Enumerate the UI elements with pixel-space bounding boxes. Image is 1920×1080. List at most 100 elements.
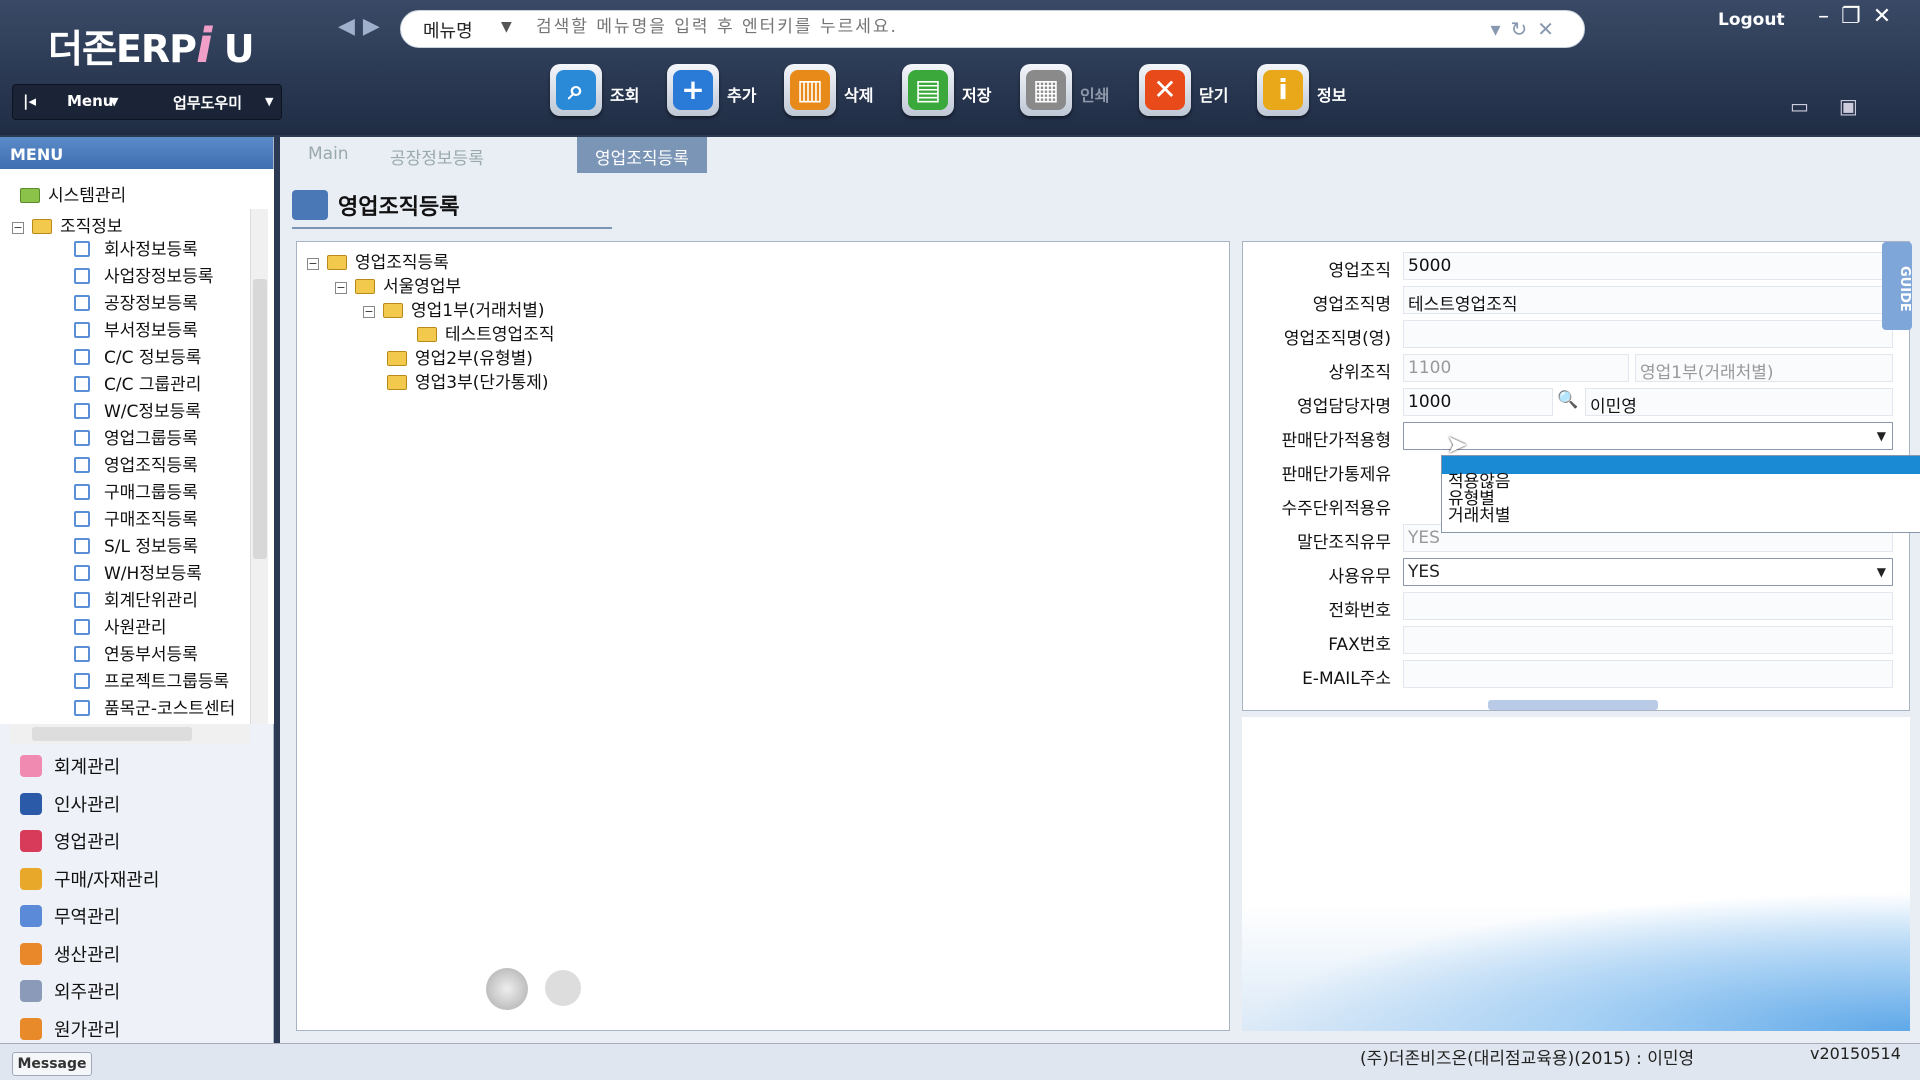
document-icon bbox=[74, 376, 90, 392]
message-button[interactable]: Message bbox=[12, 1052, 92, 1076]
printer-icon[interactable] bbox=[545, 970, 581, 1006]
fax-field[interactable] bbox=[1403, 626, 1893, 654]
row-parent: 상위조직 1100 영업1부(거래처별) bbox=[1243, 354, 1911, 383]
title-bar: 더존ERPi U ◀▶ 메뉴명 ▼ ▾↻✕ Logout –❐✕ |◂ Menu… bbox=[0, 0, 1920, 135]
sidebar-item-system[interactable]: 시스템관리 bbox=[20, 181, 126, 206]
menu-search-bar[interactable]: 메뉴명 ▼ ▾↻✕ bbox=[400, 10, 1585, 48]
dropdown-highlight[interactable] bbox=[1442, 456, 1920, 474]
row-name: 영업조직명 테스트영업조직 bbox=[1243, 286, 1911, 315]
sidebar-item[interactable]: 연동부서등록 bbox=[74, 640, 198, 665]
sidebar-group-org[interactable]: − 조직정보 bbox=[12, 212, 123, 237]
trash-icon[interactable]: ▥ bbox=[784, 64, 836, 116]
org-code-field[interactable]: 5000 bbox=[1403, 252, 1893, 280]
search-actions[interactable]: ▾↻✕ bbox=[1490, 17, 1564, 41]
helper-button[interactable]: 업무도우미 bbox=[173, 92, 242, 113]
document-icon bbox=[74, 403, 90, 419]
sidebar-item[interactable]: 부서정보등록 bbox=[74, 316, 198, 341]
row-org: 영업조직 5000 bbox=[1243, 252, 1911, 281]
window-controls[interactable]: –❐✕ bbox=[1818, 4, 1903, 29]
lower-panel bbox=[1242, 717, 1910, 1031]
splitter-grip[interactable] bbox=[1488, 700, 1658, 710]
sidebar-item[interactable]: 회계단위관리 bbox=[74, 586, 198, 611]
module-item[interactable]: 회계관리 bbox=[0, 747, 274, 785]
chevron-down-icon[interactable]: ▼ bbox=[501, 19, 512, 35]
module-item[interactable]: 인사관리 bbox=[0, 785, 274, 823]
sidebar-item[interactable]: C/C 정보등록 bbox=[74, 343, 201, 368]
dropdown-option[interactable]: 적용않음 bbox=[1442, 474, 1920, 491]
guide-tab[interactable]: GUIDE bbox=[1882, 242, 1912, 330]
plus-icon[interactable]: + bbox=[667, 64, 719, 116]
sidebar-item[interactable]: 영업조직등록 bbox=[74, 451, 198, 476]
sidebar-hscrollbar[interactable] bbox=[10, 724, 250, 744]
chevron-down-icon[interactable]: ▼ bbox=[110, 95, 118, 108]
sidebar-item[interactable]: 공장정보등록 bbox=[74, 289, 198, 314]
module-icon bbox=[20, 755, 42, 777]
sidebar-item[interactable]: C/C 그룹관리 bbox=[74, 370, 201, 395]
dropdown-option[interactable]: 유형별 bbox=[1442, 491, 1920, 508]
menu-tree: 시스템관리 − 조직정보 회사정보등록 사업장정보등록 공장정보등록 부서정보등록 C/C… bbox=[0, 169, 274, 724]
document-icon bbox=[74, 592, 90, 608]
module-item[interactable]: 원가관리 bbox=[0, 1010, 274, 1048]
toolbar-label: 인쇄 bbox=[1080, 86, 1110, 105]
tab-sales-org[interactable]: 영업조직등록 bbox=[577, 137, 707, 173]
tree-node-sales2[interactable]: 영업2부(유형별) bbox=[387, 344, 533, 369]
sidebar-item[interactable]: 구매조직등록 bbox=[74, 505, 198, 530]
use-select[interactable]: YES ▼ bbox=[1403, 558, 1893, 586]
sidebar-item[interactable]: S/L 정보등록 bbox=[74, 532, 198, 557]
menu-button[interactable]: Menu bbox=[67, 92, 113, 110]
module-item[interactable]: 구매/자재관리 bbox=[0, 860, 274, 898]
sidebar-item[interactable]: 사원관리 bbox=[74, 613, 167, 638]
logout-button[interactable]: Logout bbox=[1718, 10, 1785, 30]
toolbar-label: 조회 bbox=[610, 86, 640, 105]
print-icon[interactable]: ▦ bbox=[1020, 64, 1072, 116]
module-icon bbox=[20, 830, 42, 852]
chevron-down-icon[interactable]: ▼ bbox=[1877, 565, 1886, 579]
sidebar-item[interactable]: 회사정보등록 bbox=[74, 235, 198, 260]
close-icon[interactable]: ✕ bbox=[1139, 64, 1191, 116]
chevron-down-icon[interactable]: ▼ bbox=[1877, 429, 1886, 443]
menu-search-input[interactable] bbox=[536, 17, 1436, 37]
save-icon[interactable]: ▤ bbox=[902, 64, 954, 116]
layout-icons[interactable]: ▭▣ bbox=[1790, 94, 1888, 118]
sidebar-item[interactable]: 품목군-코스트센터 bbox=[74, 694, 235, 719]
module-item[interactable]: 무역관리 bbox=[0, 897, 274, 935]
sidebar-item[interactable]: 구매그룹등록 bbox=[74, 478, 198, 503]
tree-node-sales1[interactable]: − 영업1부(거래처별) bbox=[363, 296, 545, 321]
chevron-down-icon[interactable]: ▼ bbox=[265, 95, 273, 108]
info-icon[interactable]: i bbox=[1257, 64, 1309, 116]
manager-code-field[interactable]: 1000 bbox=[1403, 388, 1553, 416]
dropdown-option[interactable]: 거래처별 bbox=[1442, 508, 1920, 525]
org-name-field[interactable]: 테스트영업조직 bbox=[1403, 286, 1893, 315]
module-item[interactable]: 외주관리 bbox=[0, 972, 274, 1010]
collapse-icon[interactable]: |◂ bbox=[23, 92, 36, 110]
tab-factory-info[interactable]: 공장정보등록 bbox=[372, 137, 502, 173]
sidebar-item[interactable]: W/C정보등록 bbox=[74, 397, 201, 422]
document-icon bbox=[74, 673, 90, 689]
sidebar-item[interactable]: 프로젝트그룹등록 bbox=[74, 667, 229, 692]
phone-field[interactable] bbox=[1403, 592, 1893, 620]
module-list: 회계관리 인사관리 영업관리 구매/자재관리 무역관리 생산관리 외주관리 원가관리 bbox=[0, 747, 274, 1047]
search-scope-select[interactable]: 메뉴명 bbox=[423, 17, 473, 43]
search-icon[interactable]: ⌕ bbox=[550, 64, 602, 116]
row-email: E-MAIL주소 bbox=[1243, 660, 1911, 689]
module-item[interactable]: 영업관리 bbox=[0, 822, 274, 860]
tree-node-test[interactable]: 테스트영업조직 bbox=[417, 320, 554, 345]
sidebar-item[interactable]: 영업그룹등록 bbox=[74, 424, 198, 449]
module-icon bbox=[20, 980, 42, 1002]
tree-node-root[interactable]: − 영업조직등록 bbox=[307, 248, 449, 273]
nav-arrows[interactable]: ◀▶ bbox=[338, 14, 388, 39]
tree-node-sales3[interactable]: 영업3부(단가통제) bbox=[387, 368, 549, 393]
search-icon[interactable]: 🔍 bbox=[1557, 390, 1578, 410]
sidebar-item[interactable]: W/H정보등록 bbox=[74, 559, 202, 584]
row-fax: FAX번호 bbox=[1243, 626, 1911, 655]
sidebar-item[interactable]: 사업장정보등록 bbox=[74, 262, 213, 287]
email-field[interactable] bbox=[1403, 660, 1893, 688]
org-name-en-field[interactable] bbox=[1403, 320, 1893, 348]
tab-main[interactable]: Main bbox=[290, 137, 367, 173]
tree-node-seoul[interactable]: − 서울영업부 bbox=[335, 272, 461, 297]
module-item[interactable]: 생산관리 bbox=[0, 935, 274, 973]
circle-icon[interactable] bbox=[486, 968, 528, 1010]
sidebar-scrollbar[interactable] bbox=[250, 209, 268, 724]
price-type-select[interactable]: ▼ bbox=[1403, 422, 1893, 450]
parent-code-field[interactable]: 1100 bbox=[1403, 354, 1629, 382]
